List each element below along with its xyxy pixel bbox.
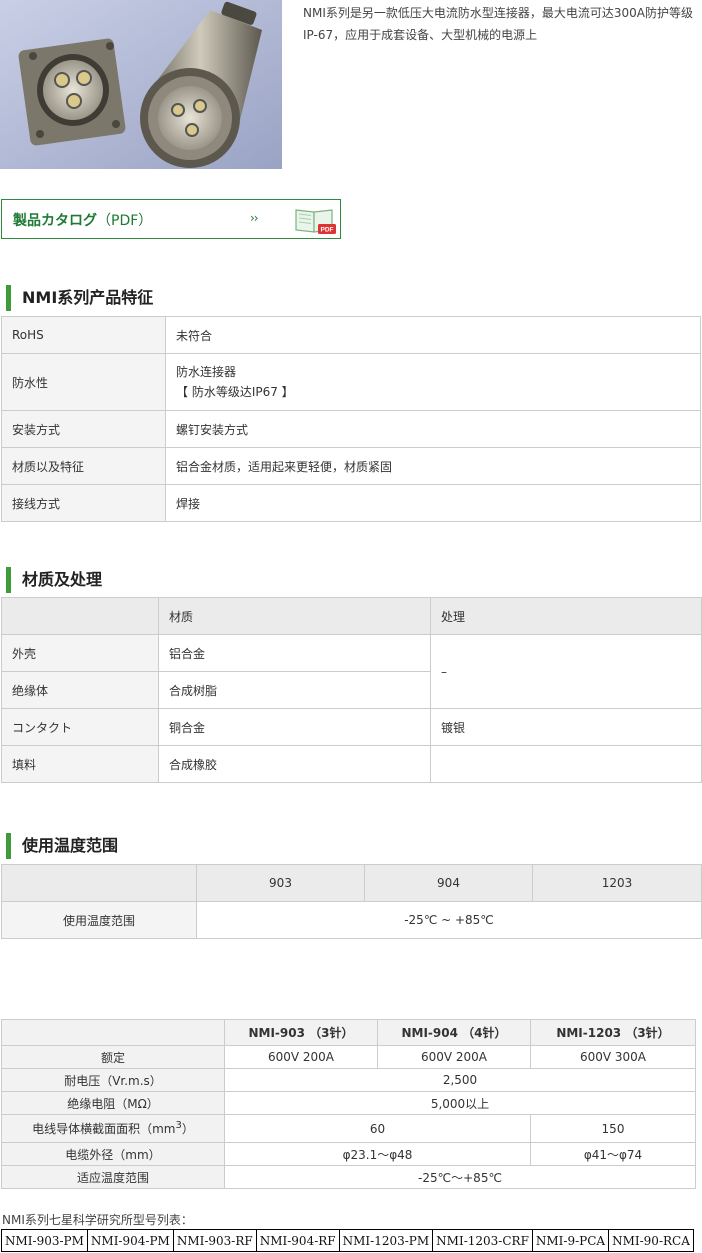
catalog-pdf-link[interactable]: 製品カタログ（PDF） ›› PDF: [1, 199, 341, 239]
header-cell: [1, 864, 197, 902]
specs-table: NMI-903 （3针） NMI-904 （4针） NMI-1203 （3针） …: [1, 1019, 696, 1189]
spec-value: 5,000以上: [224, 1091, 696, 1115]
feature-value-line: 防水连接器: [176, 365, 237, 379]
header-cell: [1, 597, 159, 635]
header-cell: 1203: [532, 864, 702, 902]
table-row: NMI-903-PM NMI-904-PM NMI-903-RF NMI-904…: [1, 1229, 694, 1252]
table-row: 材质以及特征 铝合金材质，适用起来更轻便，材质紧固: [1, 447, 701, 485]
spec-label: 电线导体横截面面积（mm3）: [1, 1114, 225, 1143]
part-material: 合成橡胶: [158, 745, 431, 783]
feature-value: 螺钉安装方式: [165, 410, 701, 448]
part-name: 外壳: [1, 634, 159, 672]
table-header-row: 903 904 1203: [1, 864, 702, 902]
header-cell: [1, 1019, 225, 1046]
table-header-row: NMI-903 （3针） NMI-904 （4针） NMI-1203 （3针）: [1, 1019, 696, 1046]
part-treatment: 镀银: [430, 708, 702, 746]
table-row: 额定 600V 200A 600V 200A 600V 300A: [1, 1045, 696, 1069]
header-cell: 903: [196, 864, 365, 902]
model-cell: NMI-9-PCA: [531, 1229, 610, 1252]
feature-key: 安装方式: [1, 410, 166, 448]
intro-text: NMI系列是另一款低压大电流防水型连接器，最大电流可达300A防护等级IP-67…: [303, 6, 693, 42]
table-row: 接线方式 焊接: [1, 484, 701, 522]
model-cell: NMI-903-PM: [1, 1229, 88, 1252]
section-title-features: NMI系列产品特征: [6, 284, 153, 312]
features-table: RoHS 未符合 防水性 防水连接器 【 防水等级达IP67 】 安装方式 螺钉…: [1, 316, 701, 522]
feature-value: 铝合金材质，适用起来更轻便，材质紧固: [165, 447, 701, 485]
part-name: 填料: [1, 745, 159, 783]
table-row: 绝缘电阻（MΩ） 5,000以上: [1, 1091, 696, 1115]
table-row: 使用温度范围 -25℃ ~ +85℃: [1, 901, 702, 939]
header-cell: 处理: [430, 597, 702, 635]
spec-value: 600V 200A: [224, 1045, 378, 1069]
table-row: コンタクト 铜合金 镀银: [1, 708, 702, 746]
spec-label: 电缆外径（mm）: [1, 1142, 225, 1166]
table-row: 防水性 防水连接器 【 防水等级达IP67 】: [1, 353, 701, 411]
section-title-material: 材质及处理: [6, 566, 102, 594]
spec-value: 600V 300A: [530, 1045, 696, 1069]
catalog-label: 製品カタログ（PDF）: [13, 213, 153, 229]
material-table: 材质 处理 外壳 铝合金 – 绝缘体 合成树脂 コンタクト 铜合金 镀银 填料 …: [1, 597, 702, 783]
feature-value: 未符合: [165, 316, 701, 354]
feature-value-line: 【 防水等级达IP67 】: [176, 385, 294, 399]
table-header-row: 材质 处理: [1, 597, 702, 635]
pdf-book-icon: PDF: [295, 209, 336, 234]
spec-value: φ23.1～φ48: [224, 1142, 531, 1166]
spec-value: -25℃～+85℃: [224, 1165, 696, 1189]
feature-key: 材质以及特征: [1, 447, 166, 485]
model-cell: NMI-1203-CRF: [432, 1229, 533, 1252]
part-material: 合成树脂: [158, 671, 431, 709]
model-cell: NMI-904-RF: [255, 1229, 340, 1252]
table-row: 电线导体横截面面积（mm3） 60 150: [1, 1114, 696, 1143]
models-table: NMI-903-PM NMI-904-PM NMI-903-RF NMI-904…: [1, 1229, 694, 1252]
table-row: 适应温度范围 -25℃～+85℃: [1, 1165, 696, 1189]
part-name: 绝缘体: [1, 671, 159, 709]
header-cell: NMI-904 （4针）: [377, 1019, 531, 1046]
spec-label: 额定: [1, 1045, 225, 1069]
spec-value: 2,500: [224, 1068, 696, 1092]
header-cell: NMI-1203 （3针）: [530, 1019, 696, 1046]
part-treatment: –: [430, 634, 702, 709]
spec-value: φ41～φ74: [530, 1142, 696, 1166]
spec-value: 150: [530, 1114, 696, 1143]
part-treatment: [430, 745, 702, 783]
table-row: 耐电压（Vr.m.s） 2,500: [1, 1068, 696, 1092]
header-cell: 904: [364, 864, 533, 902]
spec-value: 60: [224, 1114, 531, 1143]
spec-label: 绝缘电阻（MΩ）: [1, 1091, 225, 1115]
feature-key: 接线方式: [1, 484, 166, 522]
part-name: コンタクト: [1, 708, 159, 746]
spec-value: 600V 200A: [377, 1045, 531, 1069]
model-cell: NMI-90-RCA: [608, 1229, 694, 1252]
model-cell: NMI-904-PM: [86, 1229, 174, 1252]
feature-value: 焊接: [165, 484, 701, 522]
header-cell: NMI-903 （3针）: [224, 1019, 378, 1046]
models-label: NMI系列七星科学研究所型号列表：: [2, 1213, 193, 1227]
feature-value: 防水连接器 【 防水等级达IP67 】: [165, 353, 701, 411]
temperature-value: -25℃ ~ +85℃: [196, 901, 702, 939]
row-label: 使用温度范围: [1, 901, 197, 939]
product-photo: [0, 0, 282, 169]
section-title-temperature: 使用温度范围: [6, 832, 118, 860]
part-material: 铜合金: [158, 708, 431, 746]
spec-label: 适应温度范围: [1, 1165, 225, 1189]
feature-key: RoHS: [1, 316, 166, 354]
pdf-badge-text: PDF: [321, 227, 334, 234]
table-row: 填料 合成橡胶: [1, 745, 702, 783]
feature-key: 防水性: [1, 353, 166, 411]
chevron-right-icon: ››: [250, 211, 259, 225]
table-row: 安装方式 螺钉安装方式: [1, 410, 701, 448]
table-row: 电缆外径（mm） φ23.1～φ48 φ41～φ74: [1, 1142, 696, 1166]
temperature-table: 903 904 1203 使用温度范围 -25℃ ~ +85℃: [1, 864, 702, 939]
table-row: RoHS 未符合: [1, 316, 701, 354]
header-cell: 材质: [158, 597, 431, 635]
connector-illustration: [0, 0, 282, 169]
model-cell: NMI-1203-PM: [338, 1229, 434, 1252]
spec-label: 耐电压（Vr.m.s）: [1, 1068, 225, 1092]
model-cell: NMI-903-RF: [172, 1229, 257, 1252]
table-row: 外壳 铝合金 –: [1, 634, 702, 709]
part-material: 铝合金: [158, 634, 431, 672]
